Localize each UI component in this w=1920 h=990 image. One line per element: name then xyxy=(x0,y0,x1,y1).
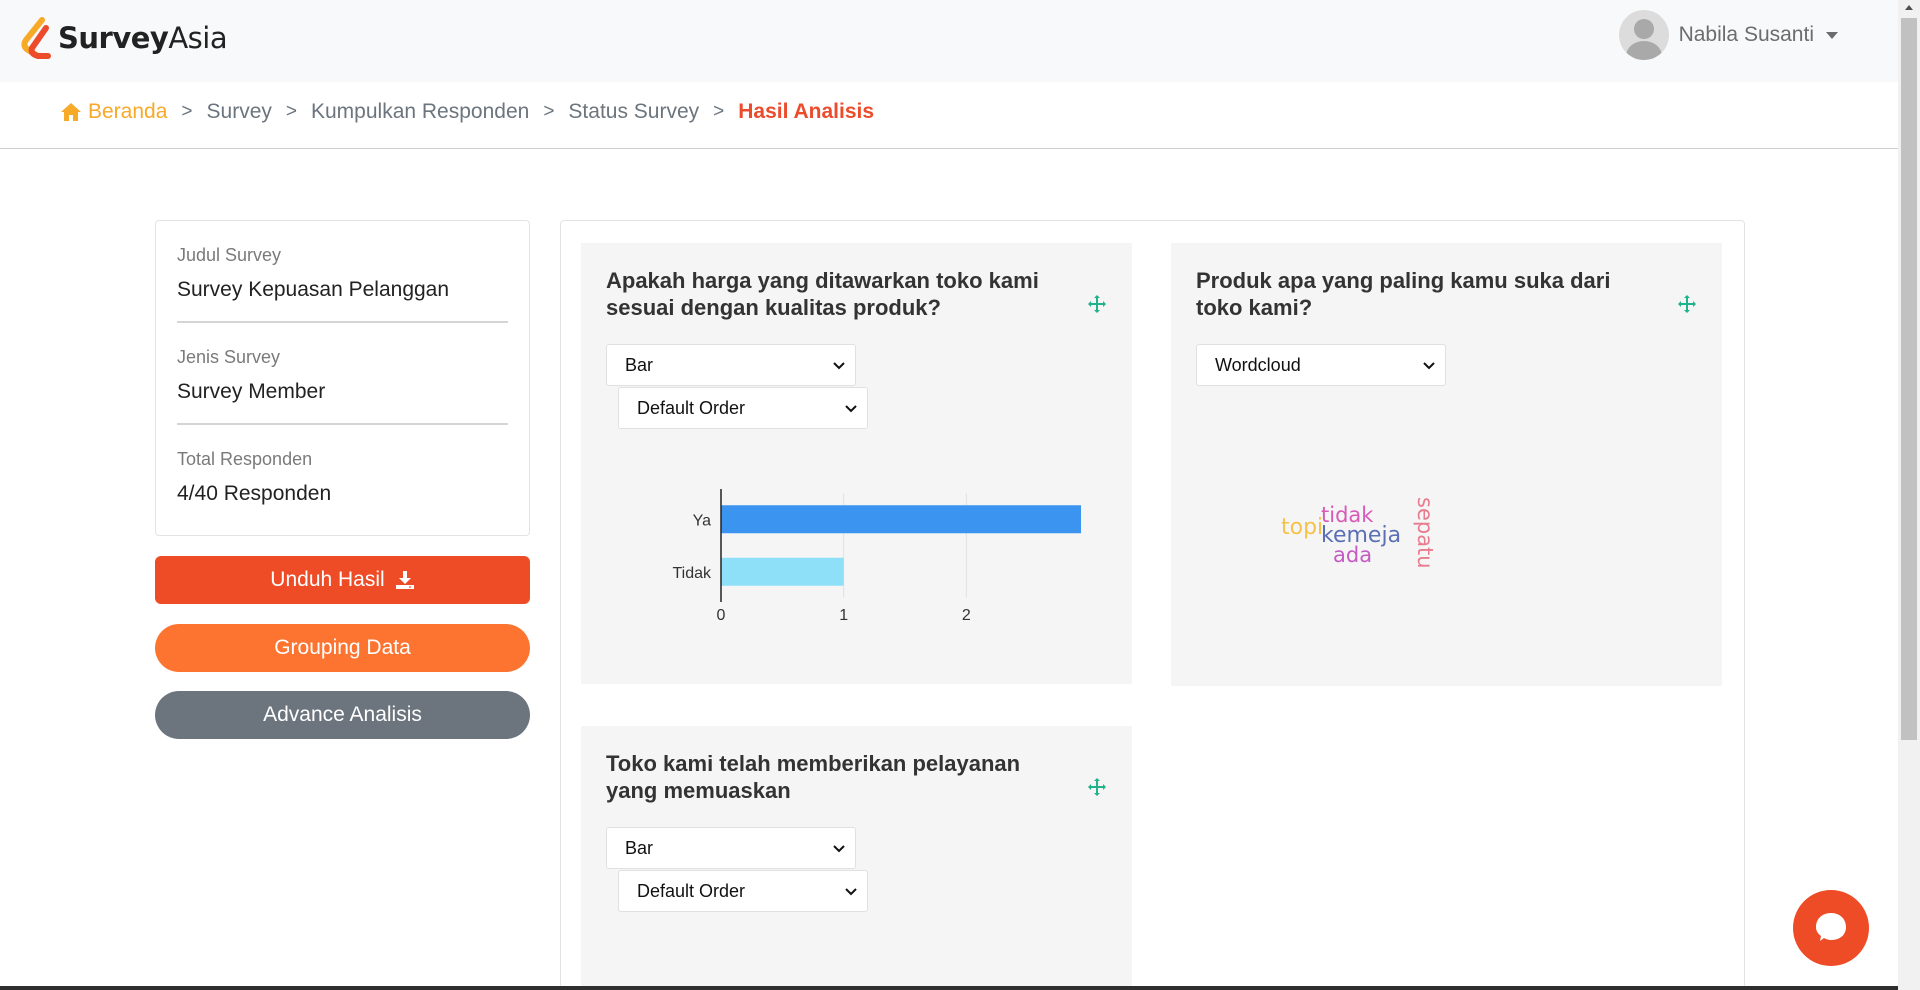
avatar[interactable] xyxy=(1618,10,1669,60)
surveyasia-logo[interactable]: SurveyAsia xyxy=(18,16,228,60)
info-block-total: Total Responden 4/40 Responden xyxy=(177,425,508,527)
category-label: Tidak xyxy=(672,565,712,582)
chat-button[interactable] xyxy=(1793,890,1869,966)
download-results-button[interactable]: Unduh Hasil xyxy=(155,556,530,604)
advance-analysis-button[interactable]: Advance Analisis xyxy=(155,691,530,739)
category-label: Ya xyxy=(693,512,711,529)
breadcrumb-home-label[interactable]: Beranda xyxy=(88,100,167,124)
breadcrumb-item-survey[interactable]: Survey xyxy=(207,100,272,124)
bar xyxy=(721,557,844,586)
x-tick-label: 2 xyxy=(962,607,971,624)
top-navbar: SurveyAsia Nabila Susanti xyxy=(0,0,1898,82)
wordcloud-word: ada xyxy=(1333,543,1373,567)
survey-type-value: Survey Member xyxy=(177,380,326,403)
survey-title-label: Judul Survey xyxy=(177,245,282,265)
scroll-up-icon[interactable] xyxy=(1905,5,1913,10)
question-title: Produk apa yang paling kamu suka dari to… xyxy=(1196,268,1611,320)
breadcrumb-item-kumpulkan-responden[interactable]: Kumpulkan Responden xyxy=(311,100,529,124)
chevron-down-icon xyxy=(833,845,845,853)
survey-info-card: Judul Survey Survey Kepuasan Pelanggan J… xyxy=(155,220,530,536)
caret-down-icon[interactable] xyxy=(1826,31,1838,39)
order-value: Default Order xyxy=(637,880,746,901)
chevron-down-icon xyxy=(845,405,857,413)
bottom-edge xyxy=(0,986,1898,990)
survey-type-label: Jenis Survey xyxy=(177,347,281,367)
survey-title-value: Survey Kepuasan Pelanggan xyxy=(177,278,450,301)
breadcrumb-separator: > xyxy=(181,101,193,122)
grouping-data-button[interactable]: Grouping Data xyxy=(155,624,530,672)
order-value: Default Order xyxy=(637,397,746,418)
scrollbar-thumb[interactable] xyxy=(1901,18,1917,740)
results-panel: Apakah harga yang ditawarkan toko kami s… xyxy=(560,220,1745,990)
bar-chart: 0123YaTidak xyxy=(672,489,1081,624)
logo-text: SurveyAsia xyxy=(58,21,228,55)
chevron-down-icon xyxy=(845,888,857,896)
total-respondents-value: 4/40 Responden xyxy=(177,482,332,505)
move-icon[interactable] xyxy=(1677,294,1697,314)
info-block-title: Judul Survey Survey Kepuasan Pelanggan xyxy=(177,221,508,323)
question-card-3: Toko kami telah memberikan pelayanan yan… xyxy=(581,726,1132,990)
chart-type-value: Bar xyxy=(625,837,654,858)
chart-type-select[interactable]: Wordcloud xyxy=(1196,344,1446,386)
user-name[interactable]: Nabila Susanti xyxy=(1679,23,1814,47)
home-icon xyxy=(61,103,81,121)
wordcloud-word: sepatu xyxy=(1413,497,1437,569)
question-title: Apakah harga yang ditawarkan toko kami s… xyxy=(606,268,1039,320)
breadcrumb-separator: > xyxy=(543,101,555,122)
info-block-type: Jenis Survey Survey Member xyxy=(177,323,508,425)
page-scrollbar[interactable] xyxy=(1898,0,1920,990)
order-select[interactable]: Default Order xyxy=(618,870,868,912)
download-button-label: Unduh Hasil xyxy=(270,568,385,591)
breadcrumb-item-active: Hasil Analisis xyxy=(738,100,875,123)
download-icon xyxy=(395,571,414,589)
breadcrumb-separator: > xyxy=(713,101,725,122)
breadcrumb-home[interactable]: Beranda xyxy=(60,100,167,124)
x-tick-label: 1 xyxy=(839,607,848,624)
chart-type-value: Wordcloud xyxy=(1215,354,1301,375)
chevron-down-icon xyxy=(833,362,845,370)
chart-type-value: Bar xyxy=(625,354,654,375)
wordcloud-word: topi xyxy=(1281,515,1324,540)
total-respondents-label: Total Responden xyxy=(177,449,313,469)
breadcrumb-item-status-survey[interactable]: Status Survey xyxy=(568,100,699,124)
chart-type-select[interactable]: Bar xyxy=(606,344,856,386)
user-menu[interactable]: Nabila Susanti xyxy=(1618,10,1838,60)
logo-mark-icon xyxy=(21,17,51,59)
chat-bubble-icon xyxy=(1816,913,1846,941)
move-icon[interactable] xyxy=(1087,294,1107,314)
wordcloud: topi tidak kemeja ada sepatu xyxy=(1281,497,1441,583)
question-card-1: Apakah harga yang ditawarkan toko kami s… xyxy=(581,243,1132,684)
breadcrumb: Beranda > Survey > Kumpulkan Responden >… xyxy=(60,100,874,124)
move-icon[interactable] xyxy=(1087,777,1107,797)
breadcrumb-separator: > xyxy=(285,101,297,122)
chevron-down-icon xyxy=(1423,362,1435,370)
bar xyxy=(721,505,1081,534)
chart-type-select[interactable]: Bar xyxy=(606,827,856,869)
header-divider xyxy=(0,148,1898,149)
x-tick-label: 0 xyxy=(717,607,726,624)
question-card-2: Produk apa yang paling kamu suka dari to… xyxy=(1171,243,1722,686)
question-title: Toko kami telah memberikan pelayanan yan… xyxy=(606,751,1021,803)
order-select[interactable]: Default Order xyxy=(618,387,868,429)
